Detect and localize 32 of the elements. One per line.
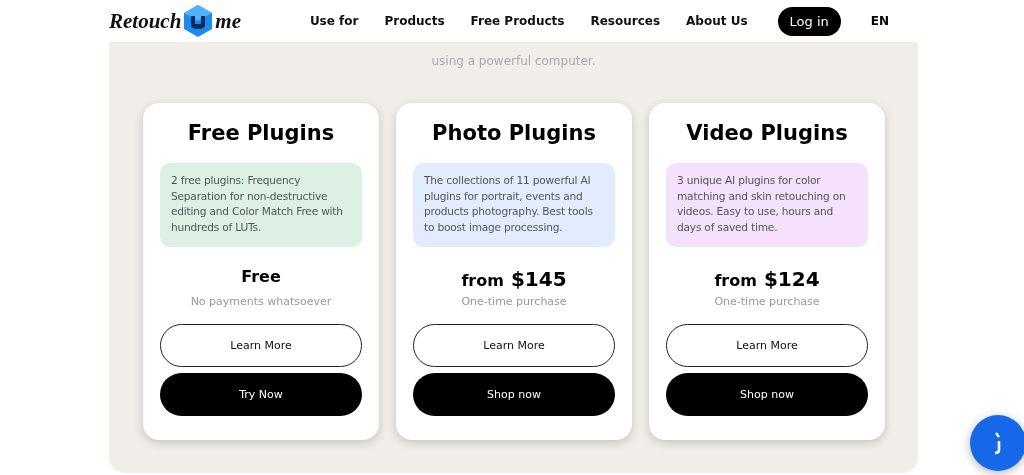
cube-logo-icon (183, 4, 214, 38)
nav-link[interactable]: Resources (590, 14, 661, 28)
action-button[interactable]: Shop now (666, 373, 868, 416)
plan-title: Free Plugins (187, 121, 335, 145)
plan-description: 3 unique AI plugins for color matching and skin retouching on videos. Easy to use, hours and days of saved time. (666, 163, 868, 247)
nav-link[interactable]: About Us (686, 14, 748, 28)
nav-link[interactable]: Use for (309, 14, 359, 28)
logo-text: me (215, 8, 241, 34)
price-note: No payments whatsoever (190, 295, 332, 308)
price: Free (241, 267, 281, 286)
plan-description: The collections of 11 powerful AI plugins for portrait, events and products photography. Best tools to boost image processing. (413, 163, 615, 247)
intro-text: using a powerful computer. (430, 53, 597, 70)
chat-button[interactable] (970, 415, 1024, 471)
logo-text: Retouch (109, 8, 182, 34)
login-button[interactable]: Log in (777, 6, 841, 36)
learn-more-button[interactable]: Learn More (413, 324, 615, 367)
nav-link[interactable]: Free Products (470, 14, 565, 28)
price-prefix: from (714, 271, 757, 290)
price-note: One-time purchase (461, 295, 567, 308)
learn-more-button[interactable]: Learn More (160, 324, 362, 367)
learn-more-button[interactable]: Learn More (666, 324, 868, 367)
price: $124 (763, 267, 820, 291)
price: $145 (510, 267, 567, 291)
language-selector[interactable]: EN (870, 14, 889, 28)
price-note: One-time purchase (714, 295, 820, 308)
action-button[interactable]: Try Now (160, 373, 362, 416)
plan-description: 2 free plugins: Frequency Separation for non-destructive editing and Color Match Free with hundreds of LUTs. (160, 163, 362, 247)
price-prefix: from (461, 271, 504, 290)
plan-title: Photo Plugins (432, 121, 596, 145)
action-button[interactable]: Shop now (413, 373, 615, 416)
plan-title: Video Plugins (686, 121, 848, 145)
nav-link[interactable]: Products (384, 14, 445, 28)
